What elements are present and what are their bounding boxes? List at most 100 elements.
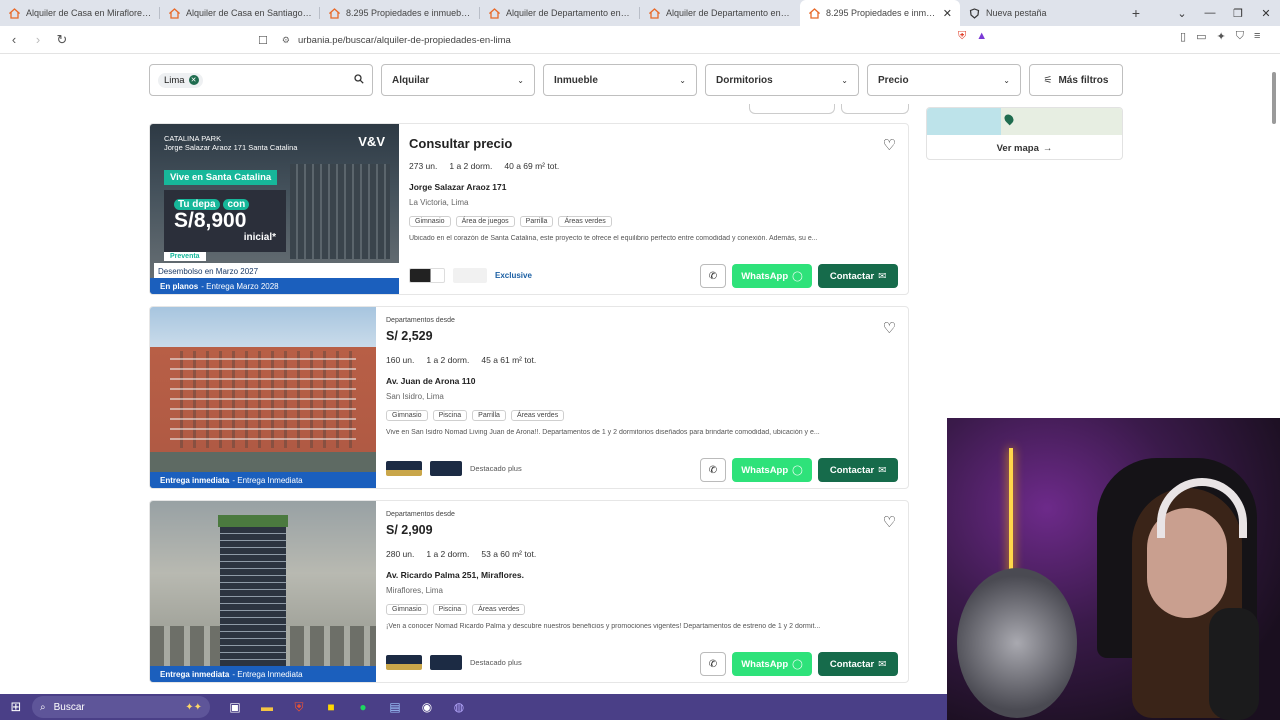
browser-tab[interactable]: Alquiler de Departamento en Jesús — [640, 0, 800, 26]
whatsapp-button[interactable]: WhatsApp ◯ — [732, 652, 812, 676]
phone-button[interactable]: ✆ — [700, 652, 726, 676]
tab-list-chevron-icon[interactable]: ⌄ — [1168, 7, 1196, 20]
back-icon[interactable]: ‹ — [4, 32, 24, 47]
heart-icon[interactable]: ♡ — [883, 319, 896, 337]
sort-button[interactable] — [749, 104, 835, 114]
phone-button[interactable]: ✆ — [700, 458, 726, 482]
project-logo — [430, 655, 462, 670]
listing-body: ♡ Consultar precio 273 un. 1 a 2 dorm. 40 … — [399, 124, 908, 294]
operation-dropdown[interactable]: Alquilar ⌄ — [381, 64, 535, 96]
browser-tab[interactable]: Alquiler de Casa en Miraflores - Lim — [0, 0, 160, 26]
contact-button[interactable]: Contactar ✉ — [818, 458, 898, 482]
menu-icon[interactable]: ≡ — [1254, 30, 1260, 43]
property-type-dropdown[interactable]: Inmueble ⌄ — [543, 64, 697, 96]
listing-card[interactable]: Entrega inmediata - Entrega Inmediata ♡ D… — [149, 500, 909, 683]
publisher-logos: Exclusive — [409, 268, 532, 283]
brave-shield-icon[interactable]: ⛨ — [958, 30, 966, 43]
new-tab-icon[interactable]: + — [1124, 5, 1148, 21]
obs-icon[interactable]: ◉ — [418, 698, 436, 716]
listing-card[interactable]: Entrega inmediata - Entrega Inmediata ♡ D… — [149, 306, 909, 489]
restore-icon[interactable]: ❐ — [1224, 7, 1252, 20]
location-chip[interactable]: Lima ✕ — [158, 72, 203, 88]
amenity-tag: Piscina — [432, 604, 468, 615]
taskbar-search[interactable]: ⌕ Buscar ✦✦ — [32, 696, 210, 718]
chevron-down-icon: ⌄ — [841, 75, 848, 85]
extensions-icon[interactable]: ✦ — [1216, 30, 1225, 43]
heart-icon[interactable]: ♡ — [883, 513, 896, 531]
urbania-favicon-icon — [168, 7, 180, 19]
whatsapp-button[interactable]: WhatsApp ◯ — [732, 264, 812, 288]
browser-tab[interactable]: Nueva pestaña — [960, 0, 1120, 26]
mail-icon: ✉ — [878, 270, 887, 282]
listing-image[interactable]: CATALINA PARK Jorge Salazar Araoz 171 San… — [150, 124, 399, 294]
rewards-icon[interactable]: ▲ — [976, 30, 987, 43]
browser-tab-active[interactable]: 8.295 Propiedades e inmuebles ✕ — [800, 0, 960, 26]
wallet-icon[interactable]: ▭ — [1196, 30, 1206, 43]
bookmark-icon[interactable]: ☐ — [258, 34, 268, 47]
heart-icon[interactable]: ♡ — [883, 136, 896, 154]
vpn-icon[interactable]: ⛉ — [1236, 30, 1244, 43]
minimize-icon[interactable]: — — [1196, 7, 1224, 19]
alert-button[interactable] — [841, 104, 909, 114]
listing-image[interactable]: Entrega inmediata - Entrega Inmediata — [150, 307, 376, 488]
urbania-favicon-icon — [488, 7, 500, 19]
dropdown-label: Inmueble — [554, 74, 598, 86]
search-icon[interactable] — [354, 73, 364, 87]
urbania-favicon-icon — [8, 7, 20, 19]
chip-label: Lima — [164, 74, 185, 86]
close-window-icon[interactable]: ✕ — [1252, 7, 1280, 20]
task-view-icon[interactable]: ▣ — [226, 698, 244, 716]
url-field[interactable]: ☐ ⚙ urbania.pe/buscar/alquiler-de-propie… — [258, 30, 998, 50]
mail-icon: ✉ — [878, 658, 887, 670]
browser-tab[interactable]: Alquiler de Departamento en Mirafl — [480, 0, 640, 26]
listing-address[interactable]: Av. Ricardo Palma 251, Miraflores. — [386, 570, 524, 580]
listing-price: S/ 2,909 — [386, 523, 433, 537]
sidebar-icon[interactable]: ▯ — [1180, 30, 1186, 43]
reload-icon[interactable]: ↻ — [52, 32, 72, 48]
tab-title: Nueva pestaña — [986, 8, 1047, 18]
remove-chip-icon[interactable]: ✕ — [188, 75, 199, 85]
app-icon[interactable]: ▤ — [386, 698, 404, 716]
view-map-link[interactable]: Ver mapa → — [927, 135, 1122, 159]
sticky-notes-icon[interactable]: ■ — [322, 698, 340, 716]
amenity-tag: Área de juegos — [455, 216, 515, 227]
forward-icon[interactable]: › — [28, 32, 48, 47]
listing-card[interactable]: CATALINA PARK Jorge Salazar Araoz 171 San… — [149, 123, 909, 295]
more-filters-button[interactable]: ⚟ Más filtros — [1029, 64, 1123, 96]
brave-browser-icon[interactable]: ⛨ — [290, 698, 308, 716]
filter-bar: Lima ✕ Alquilar ⌄ Inmueble ⌄ Dormitorios ⌄ P… — [149, 64, 1123, 96]
amenity-tag: Parrilla — [472, 410, 506, 421]
url-text: urbania.pe/buscar/alquiler-de-propiedade… — [297, 34, 511, 46]
bedrooms-dropdown[interactable]: Dormitorios ⌄ — [705, 64, 859, 96]
site-info-icon[interactable]: ⚙ — [282, 35, 290, 46]
urbania-favicon-icon — [648, 7, 660, 19]
price-dropdown[interactable]: Precio ⌄ — [867, 64, 1021, 96]
listing-address[interactable]: Jorge Salazar Araoz 171 — [409, 182, 506, 192]
browser-tab[interactable]: Alquiler de Casa en Santiago de Sur — [160, 0, 320, 26]
discord-icon[interactable]: ◍ — [450, 698, 468, 716]
whatsapp-button[interactable]: WhatsApp ◯ — [732, 458, 812, 482]
whatsapp-icon: ◯ — [792, 270, 803, 282]
price-label: Departamentos desde — [386, 317, 455, 324]
close-tab-icon[interactable]: ✕ — [943, 7, 952, 20]
extensions-right: ▯ ▭ ✦ ⛉ ≡ — [1180, 30, 1260, 43]
location-search-input[interactable]: Lima ✕ — [149, 64, 373, 96]
listing-location: La Victoria, Lima — [409, 198, 469, 207]
whatsapp-icon: ◯ — [792, 464, 803, 476]
spotify-icon[interactable]: ● — [354, 698, 372, 716]
contact-button[interactable]: Contactar ✉ — [818, 264, 898, 288]
amenity-tags: Gimnasio Piscina Áreas verdes — [386, 604, 526, 615]
arrow-right-icon: → — [1042, 142, 1053, 154]
windows-start-icon[interactable]: ⊞ — [0, 699, 32, 715]
listing-image[interactable]: Entrega inmediata - Entrega Inmediata — [150, 501, 376, 682]
developer-logo — [409, 268, 445, 283]
contact-button[interactable]: Contactar ✉ — [818, 652, 898, 676]
dropdown-label: Alquilar — [392, 74, 430, 86]
browser-tab[interactable]: 8.295 Propiedades e inmuebles en a — [320, 0, 480, 26]
file-explorer-icon[interactable]: ▬ — [258, 698, 276, 716]
page-scrollbar[interactable] — [1272, 72, 1276, 124]
map-preview-card[interactable]: Ver mapa → — [926, 107, 1123, 160]
promo-banner-image: CATALINA PARK Jorge Salazar Araoz 171 San… — [150, 124, 399, 294]
listing-address[interactable]: Av. Juan de Arona 110 — [386, 376, 475, 386]
phone-button[interactable]: ✆ — [700, 264, 726, 288]
